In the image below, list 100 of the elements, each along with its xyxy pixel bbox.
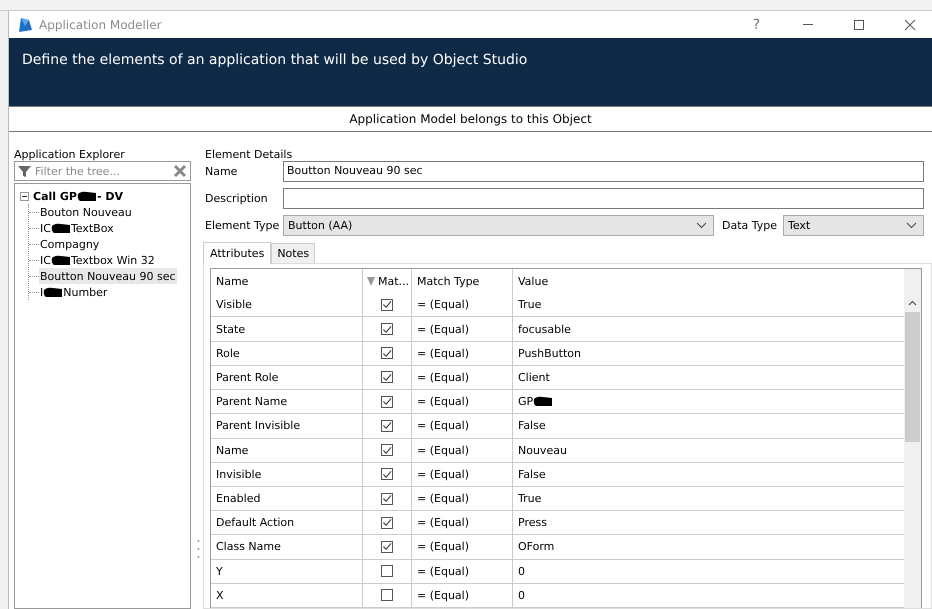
table-cell: = (Equal) — [412, 486, 513, 510]
object-bar-text: Application Model belongs to this Object — [349, 112, 592, 126]
window-title: Application Modeller — [39, 18, 162, 32]
table-cell: = (Equal) — [412, 390, 513, 414]
chevron-down-icon — [696, 222, 707, 229]
checkbox[interactable] — [381, 298, 393, 311]
table-cell: = (Equal) — [412, 293, 513, 316]
table-cell-text: Nouveau — [517, 442, 568, 459]
table-cell-text: 0 — [517, 564, 526, 580]
field-label: Description — [205, 192, 269, 205]
table-cell: = (Equal) — [412, 414, 513, 438]
filter-field[interactable]: Filter the tree... — [14, 161, 191, 181]
help-button[interactable]: ? — [734, 11, 779, 38]
table-cell: Class Name — [211, 535, 363, 559]
table-cell-text: True — [517, 491, 542, 508]
filter-icon — [367, 276, 375, 286]
tree-item[interactable]: Bouton Nouveau — [39, 204, 133, 220]
table-cell: = (Equal) — [412, 366, 513, 390]
table-cell-text: Press — [517, 515, 548, 532]
clear-icon — [173, 164, 187, 178]
checkbox[interactable] — [381, 492, 393, 505]
checkbox[interactable] — [381, 347, 393, 360]
column-header[interactable]: Match Type — [412, 269, 513, 294]
table-cell: = (Equal) — [412, 462, 513, 486]
field-label: Data Type — [721, 219, 778, 232]
table-cell: = (Equal) — [412, 317, 513, 341]
table-cell: Visible — [211, 293, 363, 316]
dropdown-value: Text — [788, 219, 810, 232]
table-cell: Default Action — [211, 511, 363, 534]
table-cell: = (Equal) — [412, 560, 513, 583]
close-icon — [904, 18, 916, 30]
checkbox[interactable] — [381, 371, 393, 384]
table-cell: X — [211, 584, 363, 608]
dropdown[interactable]: Text — [783, 215, 924, 236]
maximize-icon — [852, 18, 864, 30]
minimize-icon — [802, 24, 812, 25]
checkbox[interactable] — [381, 444, 393, 456]
table-cell-text: False — [517, 418, 547, 434]
field-label: Element Type — [205, 219, 280, 232]
table-cell: = (Equal) — [412, 342, 513, 365]
text-field[interactable]: Boutton Nouveau 90 sec — [283, 161, 924, 182]
table-cell: Invisible — [211, 462, 363, 486]
table-cell-text: PushButton — [517, 346, 582, 362]
table-cell-text: Client — [517, 370, 551, 386]
banner-text: Define the elements of an application that will be used by Object Studio — [22, 52, 528, 68]
tab[interactable]: Attributes — [203, 242, 272, 264]
panel-title: Application Explorer — [14, 148, 126, 161]
table-cell: Name — [211, 438, 363, 462]
tree-item[interactable]: Compagny — [39, 236, 100, 252]
tree-item[interactable]: IC Textbox Win 32 — [39, 252, 156, 268]
table-cell: State — [211, 317, 363, 341]
table-cell-text: True — [517, 297, 542, 314]
table-cell-text: focusable — [517, 322, 572, 338]
table-cell: Y — [211, 560, 363, 583]
table-cell: = (Equal) — [412, 511, 513, 534]
table-cell: Parent Invisible — [211, 414, 363, 438]
checkbox[interactable] — [381, 540, 393, 553]
column-header[interactable]: Name — [211, 269, 363, 294]
collapse-toggle[interactable] — [20, 192, 29, 200]
tab[interactable]: Notes — [271, 243, 316, 263]
section-title: Element Details — [205, 148, 294, 161]
scrollbar-thumb[interactable] — [905, 312, 920, 442]
table-cell: Parent Name — [211, 390, 363, 414]
dropdown[interactable]: Button (AA) — [283, 215, 714, 236]
checkbox[interactable] — [381, 589, 393, 602]
checkbox[interactable] — [381, 468, 393, 480]
scrollbar[interactable] — [904, 269, 921, 608]
checkbox[interactable] — [381, 396, 393, 408]
column-header[interactable]: Value — [513, 269, 904, 294]
table-cell: Role — [211, 342, 363, 365]
redaction-mark — [76, 190, 97, 202]
table-cell: = (Equal) — [412, 535, 513, 559]
redaction-mark — [50, 254, 71, 266]
table-cell: = (Equal) — [412, 584, 513, 608]
dropdown-value: Button (AA) — [288, 219, 352, 232]
field-label: Name — [205, 165, 238, 178]
checkbox[interactable] — [381, 516, 393, 529]
tree-item[interactable]: Boutton Nouveau 90 sec — [39, 268, 177, 284]
chevron-down-icon — [906, 222, 917, 229]
splitter-grip-icon — [196, 539, 200, 559]
checkbox[interactable] — [381, 565, 393, 578]
checkbox[interactable] — [381, 420, 393, 432]
tree-item[interactable]: I Number — [39, 284, 108, 300]
table-cell-text: 0 — [517, 588, 526, 604]
table-cell-text: False — [517, 466, 547, 483]
redaction-mark — [50, 222, 71, 234]
tree-item[interactable]: Call GP - DV — [32, 188, 124, 204]
app-logo-icon — [17, 16, 33, 32]
table-cell: Parent Role — [211, 366, 363, 390]
table-cell: Enabled — [211, 486, 363, 510]
filter-icon — [18, 164, 31, 178]
tree-item[interactable]: IC TextBox — [39, 220, 115, 236]
table-cell-text: OForm — [517, 539, 556, 556]
redaction-mark — [43, 286, 64, 298]
column-header[interactable]: Mat... — [363, 269, 412, 294]
checkbox[interactable] — [381, 323, 393, 336]
table-cell: = (Equal) — [412, 438, 513, 462]
scroll-up-icon — [908, 300, 917, 306]
redaction-mark — [533, 396, 554, 408]
text-field[interactable] — [283, 188, 924, 209]
